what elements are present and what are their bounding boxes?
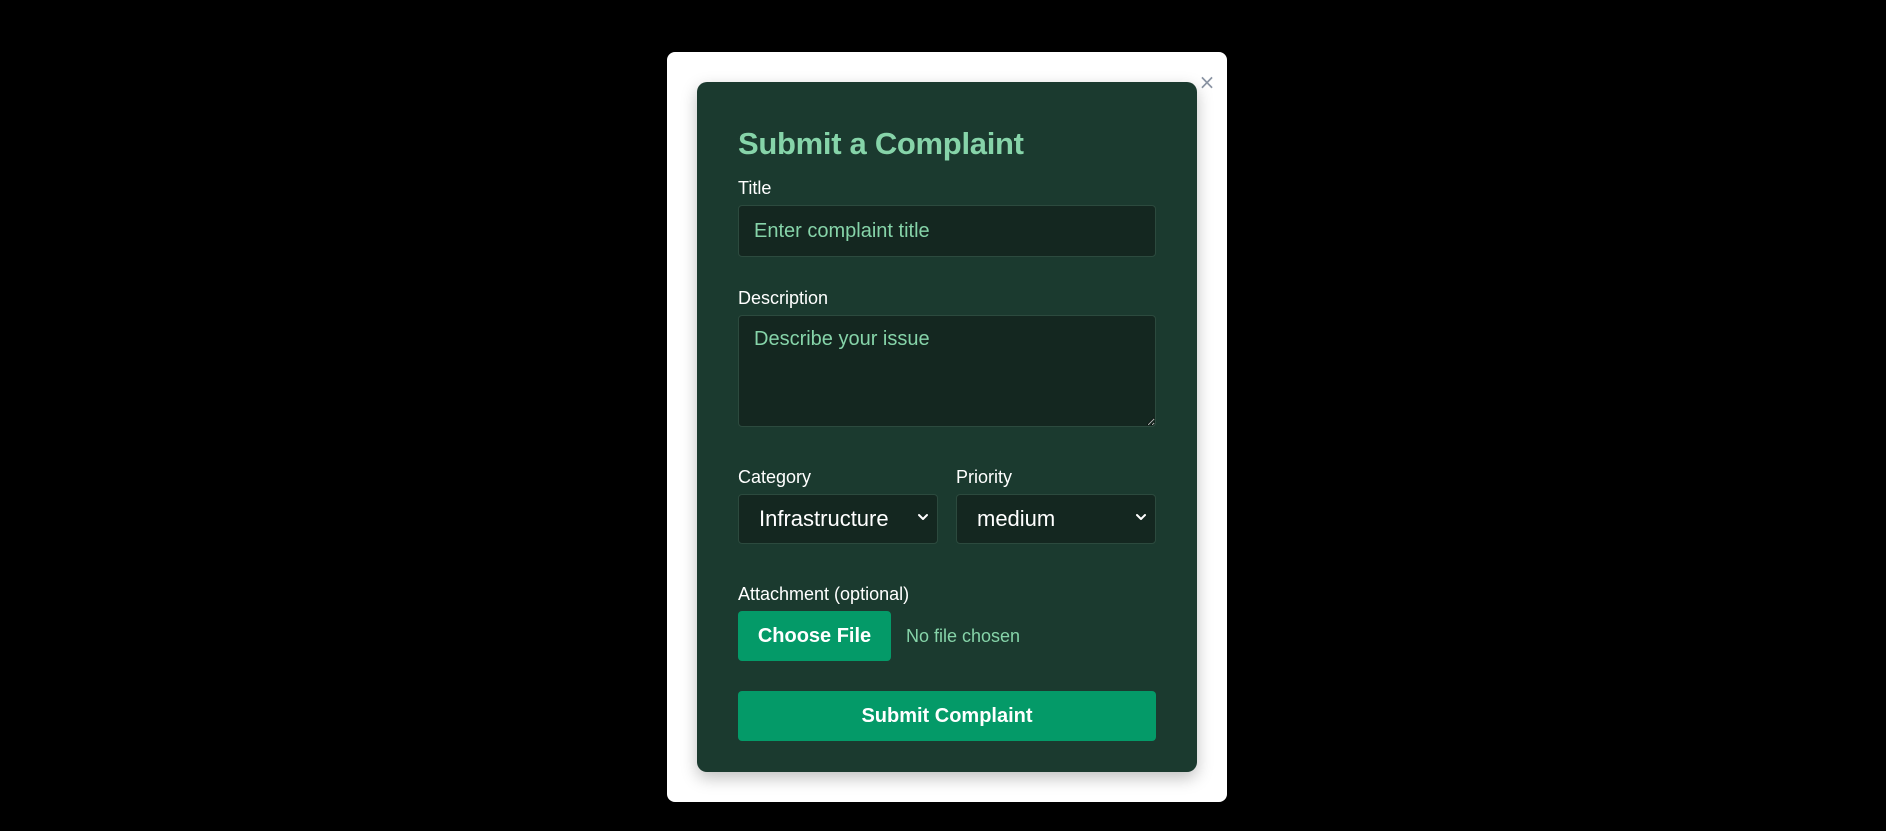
attachment-label: Attachment (optional) — [738, 584, 910, 604]
priority-select[interactable]: medium — [956, 494, 1156, 544]
category-select-value[interactable]: Infrastructure — [738, 494, 938, 544]
chevron-down-icon — [1136, 514, 1146, 520]
title-input[interactable] — [738, 205, 1156, 257]
category-field: Category Infrastructure — [738, 466, 938, 544]
chevron-down-icon — [918, 514, 928, 520]
complaint-modal: × Submit a Complaint Title Description C… — [667, 52, 1227, 802]
file-input: Choose File No file chosen — [738, 611, 1156, 661]
priority-selected-text: medium — [977, 506, 1056, 531]
attachment-field: Attachment (optional) Choose File No fil… — [738, 583, 1156, 661]
submit-complaint-button[interactable]: Submit Complaint — [738, 691, 1156, 741]
category-label: Category — [738, 467, 812, 487]
priority-field: Priority medium — [956, 466, 1156, 544]
title-field: Title — [738, 177, 1156, 257]
close-icon[interactable]: × — [1199, 70, 1216, 94]
choose-file-button[interactable]: Choose File — [738, 611, 891, 661]
priority-label: Priority — [956, 467, 1013, 487]
category-priority-row: Category Infrastructure Priority medium — [738, 466, 1156, 544]
description-field: Description — [738, 287, 1156, 427]
close-button[interactable]: × — [1197, 72, 1217, 92]
description-textarea[interactable] — [738, 315, 1156, 427]
title-label: Title — [738, 178, 772, 198]
file-status-text: No file chosen — [906, 625, 1021, 646]
category-select[interactable]: Infrastructure — [738, 494, 938, 544]
priority-select-value[interactable]: medium — [956, 494, 1156, 544]
complaint-form: Submit a Complaint Title Description Cat… — [697, 82, 1197, 772]
description-label: Description — [738, 288, 829, 308]
form-heading: Submit a Complaint — [738, 126, 1024, 161]
category-selected-text: Infrastructure — [759, 506, 889, 531]
